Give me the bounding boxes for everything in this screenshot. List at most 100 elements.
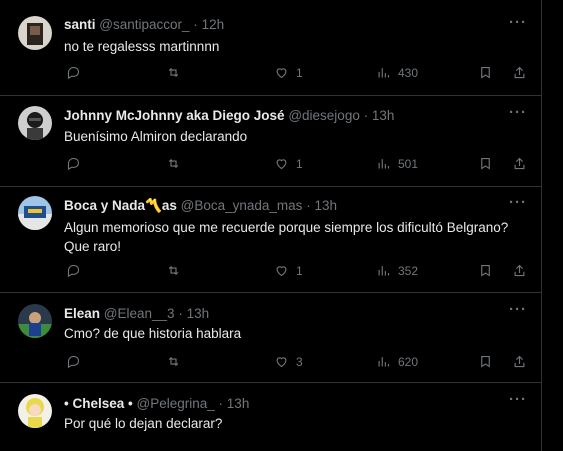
bookmark-button[interactable] [478,354,493,369]
timestamp[interactable]: 12h [202,17,225,32]
avatar[interactable] [18,394,52,428]
views-button[interactable]: 352 [376,263,418,278]
share-button[interactable] [512,156,527,171]
views-icon [378,68,390,78]
reply-button[interactable] [66,156,81,171]
reply-button[interactable] [66,65,81,80]
views-button[interactable]: 501 [376,156,418,171]
share-icon [514,355,525,368]
reply-button[interactable] [66,354,81,369]
bookmark-icon [481,264,490,277]
tweet-text: Algun memorioso que me recuerde porque s… [64,220,509,254]
views-count: 501 [398,156,419,171]
separator-dot: · [193,17,198,32]
action-bar: 1 501 [64,156,534,174]
author-handle[interactable]: @Boca_ynada_mas [181,198,303,213]
reply-icon [67,355,80,369]
share-button[interactable] [512,65,527,80]
reply-tweet[interactable]: Johnny McJohnny aka Diego José @diesejog… [0,96,541,187]
repost-icon [168,356,179,367]
author-name[interactable]: Johnny McJohnny aka Diego José [64,108,285,123]
author-handle[interactable]: @diesejogo [288,108,360,123]
author-name[interactable]: Boca y Nada [64,198,145,213]
repost-button[interactable] [166,263,181,278]
author-name[interactable]: santi [64,17,96,32]
tweet-header: Boca y Nada〽️as @Boca_ynada_mas · 13h [64,198,337,214]
avatar[interactable] [18,196,52,230]
separator-dot: · [306,198,311,213]
repost-button[interactable] [166,354,181,369]
like-button[interactable]: 3 [274,354,303,369]
timestamp[interactable]: 13h [227,396,250,411]
tweet-text: Por qué lo dejan declarar? [64,416,223,431]
share-button[interactable] [512,263,527,278]
timestamp[interactable]: 13h [314,198,337,213]
bookmark-icon [481,355,490,368]
avatar[interactable] [18,16,52,50]
tweet-text: Buenísimo Almiron declarando [64,129,248,144]
like-count: 1 [296,65,303,80]
author-handle[interactable]: @santipaccor_ [99,17,189,32]
separator-dot: · [218,396,224,411]
reply-tweet[interactable]: • Chelsea • @Pelegrina_ · 13h ··· Por qu… [0,383,541,451]
heart-icon [276,159,287,170]
reply-button[interactable] [66,263,81,278]
share-icon [514,66,525,79]
share-button[interactable] [512,354,527,369]
views-count: 620 [398,354,419,369]
column-divider [541,0,542,451]
reply-feed: santi @santipaccor_ · 12h ··· no te rega… [0,0,541,451]
heart-icon [276,266,287,277]
repost-button[interactable] [166,65,181,80]
more-options-icon[interactable]: ··· [509,301,527,318]
bookmark-icon [481,66,490,79]
views-button[interactable]: 430 [376,65,418,80]
tweet-header: • Chelsea • @Pelegrina_ · 13h [64,396,249,411]
author-name-suffix[interactable]: as [162,198,177,213]
bookmark-button[interactable] [478,263,493,278]
timestamp[interactable]: 13h [187,306,210,321]
tweet-header: Elean @Elean__3 · 13h [64,306,209,321]
avatar[interactable] [18,304,52,338]
author-handle[interactable]: @Pelegrina_ [137,396,215,411]
tweet-text: no te regalesss martinnnn [64,39,220,54]
share-icon [514,157,525,170]
tweet-header: santi @santipaccor_ · 12h [64,17,224,32]
like-button[interactable]: 1 [274,156,303,171]
reply-tweet[interactable]: Boca y Nada〽️as @Boca_ynada_mas · 13h ··… [0,187,541,293]
like-button[interactable]: 1 [274,263,303,278]
views-button[interactable]: 620 [376,354,418,369]
reply-tweet[interactable]: santi @santipaccor_ · 12h ··· no te rega… [0,0,541,96]
more-options-icon[interactable]: ··· [509,14,527,31]
avatar[interactable] [18,106,52,140]
share-icon [514,264,525,277]
more-options-icon[interactable]: ··· [509,104,527,121]
heart-icon [276,68,287,79]
repost-icon [168,67,179,78]
tweet-header: Johnny McJohnny aka Diego José @diesejog… [64,108,394,123]
views-icon [378,357,390,367]
reply-tweet[interactable]: Elean @Elean__3 · 13h ··· Cmo? de que hi… [0,293,541,383]
reply-icon [67,157,80,171]
author-handle[interactable]: @Elean__3 [104,306,175,321]
bookmark-button[interactable] [478,156,493,171]
more-options-icon[interactable]: ··· [509,194,527,211]
action-bar: 3 620 [64,354,534,372]
views-icon [378,159,390,169]
author-name[interactable]: Elean [64,306,100,321]
like-count: 1 [296,156,303,171]
timestamp[interactable]: 13h [372,108,395,123]
like-count: 3 [296,354,303,369]
like-count: 1 [296,263,303,278]
views-count: 352 [398,263,419,278]
reply-icon [67,66,80,80]
bookmark-button[interactable] [478,65,493,80]
repost-button[interactable] [166,156,181,171]
views-count: 430 [398,65,419,80]
like-button[interactable]: 1 [274,65,303,80]
more-options-icon[interactable]: ··· [509,391,527,408]
bookmark-icon [481,157,490,170]
action-bar: 1 430 [64,65,534,83]
heart-icon [276,357,287,368]
author-name[interactable]: • Chelsea • [64,396,133,411]
